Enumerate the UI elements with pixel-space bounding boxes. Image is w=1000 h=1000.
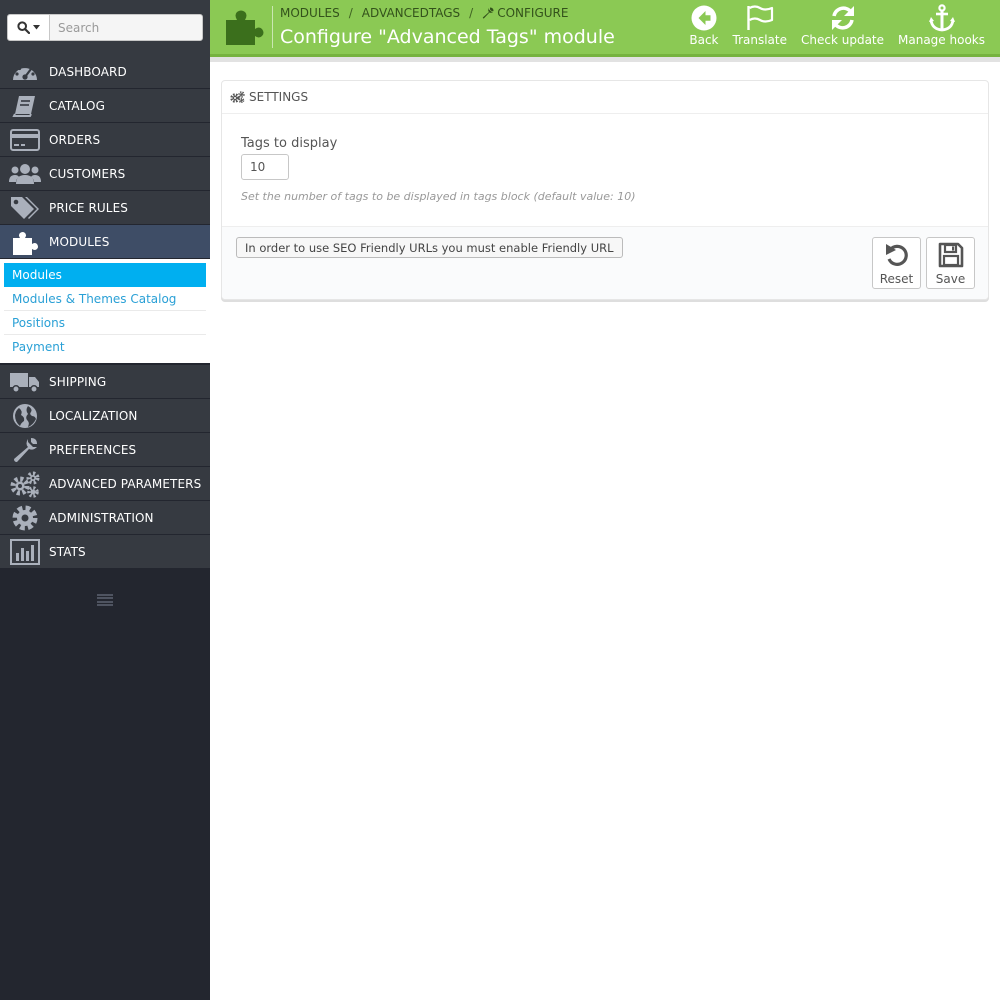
submenu-item-payment[interactable]: Payment <box>4 335 206 359</box>
cogs-icon <box>230 91 245 103</box>
panel-body: Tags to display Set the number of tags t… <box>222 114 988 226</box>
sidebar-item-label: ADMINISTRATION <box>49 510 154 525</box>
modules-submenu: Modules Modules & Themes Catalog Positio… <box>0 259 210 365</box>
floppy-disk-icon <box>937 241 965 269</box>
undo-icon <box>883 241 911 269</box>
users-icon <box>5 157 45 191</box>
check-update-label: Check update <box>801 33 885 47</box>
sidebar-item-dashboard[interactable]: DASHBOARD <box>0 55 210 89</box>
sidebar-item-label: LOCALIZATION <box>49 408 138 423</box>
book-icon <box>5 89 45 123</box>
sidebar-item-label: ORDERS <box>49 132 101 147</box>
refresh-icon <box>829 4 857 32</box>
panel-heading: SETTINGS <box>222 81 988 114</box>
manage-hooks-label: Manage hooks <box>898 33 985 47</box>
sidebar-item-orders[interactable]: ORDERS <box>0 123 210 157</box>
page-header: MODULES / ADVANCEDTAGS / CONFIGURE Confi… <box>210 0 1000 54</box>
search-bar <box>0 0 210 55</box>
menu-bar-icon <box>97 603 113 606</box>
translate-button[interactable]: Translate <box>726 4 795 47</box>
sidebar-item-stats[interactable]: STATS <box>0 535 210 569</box>
breadcrumb-item-module[interactable]: ADVANCEDTAGS <box>362 6 460 20</box>
submenu-item-modules-themes-catalog[interactable]: Modules & Themes Catalog <box>4 287 206 311</box>
menu-bar-icon <box>97 600 113 603</box>
manage-hooks-button[interactable]: Manage hooks <box>891 4 992 47</box>
breadcrumb-separator: / <box>348 6 353 20</box>
sidebar-item-label: MODULES <box>49 234 110 249</box>
header-toolbar: Back Translate Check update Manage hooks <box>682 4 992 47</box>
menu-bar-icon <box>97 597 113 600</box>
puzzle-icon <box>222 4 266 48</box>
sidebar-item-label: STATS <box>49 544 86 559</box>
reset-button[interactable]: Reset <box>872 237 921 289</box>
check-update-button[interactable]: Check update <box>794 4 891 47</box>
translate-label: Translate <box>732 33 788 47</box>
puzzle-icon <box>5 225 45 259</box>
panel-heading-title: SETTINGS <box>249 90 309 104</box>
tags-to-display-input[interactable] <box>241 154 289 180</box>
header-bottom-border <box>210 54 1000 62</box>
sidebar-item-advanced-parameters[interactable]: ADVANCED PARAMETERS <box>0 467 210 501</box>
panel-footer: In order to use SEO Friendly URLs you mu… <box>222 226 988 299</box>
help-text: Set the number of tags to be displayed i… <box>241 190 636 203</box>
breadcrumb-item-configure: CONFIGURE <box>497 6 569 20</box>
search-icon <box>17 21 30 34</box>
main-menu: DASHBOARD CATALOG ORDERS CUSTOMERS PRICE… <box>0 55 210 569</box>
header-divider <box>272 6 273 48</box>
sidebar-item-shipping[interactable]: SHIPPING <box>0 365 210 399</box>
menu-bar-icon <box>97 594 113 596</box>
anchor-icon <box>928 4 956 32</box>
sidebar-item-label: DASHBOARD <box>49 64 127 79</box>
sidebar-item-customers[interactable]: CUSTOMERS <box>0 157 210 191</box>
back-label: Back <box>689 33 719 47</box>
settings-panel: SETTINGS Tags to display Set the number … <box>221 80 989 300</box>
search-type-dropdown[interactable] <box>8 15 50 40</box>
sidebar-collapse-handle[interactable] <box>97 594 113 606</box>
arrow-left-circle-icon <box>690 4 718 32</box>
page-title: Configure "Advanced Tags" module <box>280 26 615 48</box>
sidebar-item-label: CATALOG <box>49 98 105 113</box>
sidebar: DASHBOARD CATALOG ORDERS CUSTOMERS PRICE… <box>0 0 210 1000</box>
save-label: Save <box>935 272 966 286</box>
breadcrumb-separator: / <box>469 6 474 20</box>
wrench-icon <box>5 433 45 467</box>
reset-label: Reset <box>879 272 914 286</box>
bar-chart-icon <box>5 535 45 569</box>
submenu-item-positions[interactable]: Positions <box>4 311 206 335</box>
sidebar-item-administration[interactable]: ADMINISTRATION <box>0 501 210 535</box>
sidebar-item-catalog[interactable]: CATALOG <box>0 89 210 123</box>
submenu-item-modules[interactable]: Modules <box>4 263 206 287</box>
wrench-icon <box>483 7 494 19</box>
sidebar-item-localization[interactable]: LOCALIZATION <box>0 399 210 433</box>
sidebar-item-modules[interactable]: MODULES <box>0 225 210 259</box>
dashboard-icon <box>5 55 45 89</box>
search-input[interactable] <box>50 15 200 40</box>
seo-friendly-url-notice[interactable]: In order to use SEO Friendly URLs you mu… <box>236 237 623 258</box>
sidebar-item-label: ADVANCED PARAMETERS <box>49 476 202 491</box>
globe-icon <box>5 399 45 433</box>
sidebar-item-label: CUSTOMERS <box>49 166 126 181</box>
cogs-icon <box>5 467 45 501</box>
flag-icon <box>746 4 774 32</box>
sidebar-item-label: PREFERENCES <box>49 442 137 457</box>
save-button[interactable]: Save <box>926 237 975 289</box>
search-box <box>7 14 203 41</box>
back-button[interactable]: Back <box>682 4 725 47</box>
tags-to-display-label: Tags to display <box>241 136 338 151</box>
sidebar-item-price-rules[interactable]: PRICE RULES <box>0 191 210 225</box>
caret-down-icon <box>33 25 40 30</box>
breadcrumb-item-modules[interactable]: MODULES <box>280 6 340 20</box>
sidebar-item-preferences[interactable]: PREFERENCES <box>0 433 210 467</box>
sidebar-item-label: PRICE RULES <box>49 200 128 215</box>
sidebar-item-label: SHIPPING <box>49 374 107 389</box>
tags-icon <box>5 191 45 225</box>
truck-icon <box>5 365 45 399</box>
credit-card-icon <box>5 123 45 157</box>
breadcrumb: MODULES / ADVANCEDTAGS / CONFIGURE <box>280 6 568 20</box>
gear-icon <box>5 501 45 535</box>
